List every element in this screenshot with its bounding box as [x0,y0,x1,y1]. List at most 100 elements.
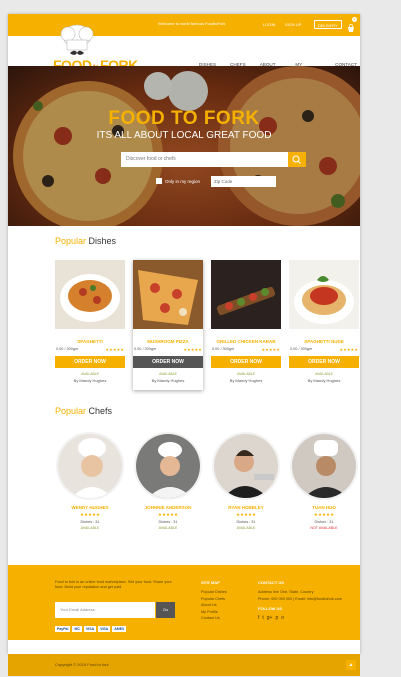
newsletter-email-input[interactable]: Your Email Address [55,602,155,618]
google-plus-icon[interactable]: g+ [267,615,273,621]
chef-photo [290,432,358,500]
popular-dishes-heading: Popular Dishes [55,236,116,246]
dish-card[interactable]: SPAGHETTI 0.00 / 300gm ★★★★★ ORDER NOW AV… [55,260,125,390]
sitemap-heading: SITE MAP [201,580,220,585]
chef-photo [134,432,202,500]
order-now-button[interactable]: ORDER NOW [211,356,281,368]
delivery-button[interactable]: DELIVERY [314,20,342,29]
contact-heading: CONTACT US [258,580,284,585]
social-links: f t g+ p o [258,615,342,621]
footer-contact: CONTACT US Address line One, State, Coun… [258,580,342,621]
rating-stars: ★★★★★ [235,512,257,517]
order-now-button[interactable]: ORDER NOW [133,356,203,368]
twitter-icon[interactable]: t [262,615,263,621]
chef-hat-logo-icon [58,22,96,60]
dish-card[interactable]: GRILLED CHICKEN KABAB 0.00 / 300gm ★★★★★ … [211,260,281,390]
rating-stars: ★★★★★ [261,348,280,352]
chef-name[interactable]: WENDY HUGHES [55,505,125,510]
cart-icon[interactable]: 0 [347,17,357,32]
region-checkbox[interactable] [156,178,162,184]
dish-card[interactable]: SPAGHETTI NUDE 0.00 / 300gm ★★★★★ ORDER N… [289,260,359,390]
dish-author[interactable]: By Mandy Hughes [289,378,359,383]
other-social-icon[interactable]: o [281,615,284,621]
dish-image [55,260,125,329]
chef-name[interactable]: RYAN HOBBLEY [211,505,281,510]
dish-price: 0.00 / 300gm [212,347,235,351]
login-link[interactable]: LOGIN [260,20,278,29]
popular-chefs-heading: Popular Chefs [55,406,112,416]
pinterest-icon[interactable]: p [275,615,278,621]
dish-name[interactable]: MUSHROOM PIZZA [133,339,203,344]
dish-price: 0.00 / 300gm [134,347,157,351]
availability-status: NOT AVAILABLE [310,526,338,530]
footer-link[interactable]: Contact Us [201,615,227,622]
chef-card[interactable]: WENDY HUGHES ★★★★★ Dishes : 31 AVAILABLE [55,432,125,530]
chef-name[interactable]: JOHNNIE ANDERSON [133,505,203,510]
newsletter-go-button[interactable]: Go [156,602,175,618]
dish-author[interactable]: By Mandy Hughes [211,378,281,383]
search-button[interactable] [288,152,306,167]
search-icon [292,155,301,164]
welcome-text: Welcome to world famous FoodtoFork [158,21,226,26]
follow-heading: FOLLOW US [258,606,282,611]
heading-highlight: Popular [55,236,87,246]
heading-rest: Dishes [86,236,117,246]
dish-card[interactable]: MUSHROOM PIZZA 0.00 / 300gm ★★★★★ ORDER N… [133,260,203,390]
rating-stars: ★★★★★ [183,348,202,352]
heading-rest: Chefs [86,406,113,416]
hero-banner: FOOD TO FORK ITS ALL ABOUT LOCAL GREAT F… [8,66,360,226]
dish-price: 0.00 / 300gm [290,347,313,351]
chef-card[interactable]: TUAN HUO ★★★★★ Dishes : 31 NOT AVAILABLE [289,432,359,530]
scroll-top-icon[interactable]: ▲ [346,660,356,670]
availability-status: AVAILABLE [80,526,100,530]
rating-stars: ★★★★★ [105,348,124,352]
chef-name[interactable]: TUAN HUO [289,505,359,510]
availability-status: AVAILABLE [315,372,333,376]
dish-image [289,260,359,329]
availability-status: AVAILABLE [81,372,99,376]
chef-card[interactable]: RYAN HOBBLEY ★★★★★ Dishes : 31 AVAILABLE [211,432,281,530]
zip-code-input[interactable]: Zip Code [211,176,276,187]
paypal-icon: PayPal [55,626,71,632]
dish-name[interactable]: SPAGHETTI [55,339,125,344]
footer-about-text: Food to fork is an online food marketpla… [55,580,172,589]
order-now-button[interactable]: ORDER NOW [289,356,359,368]
heading-highlight: Popular [55,406,87,416]
region-checkbox-label: Only in my region [165,179,201,184]
dish-image [211,260,281,329]
dish-image [133,260,203,329]
rating-stars: ★★★★★ [339,348,358,352]
dish-price: 0.00 / 300gm [56,347,79,351]
chef-card[interactable]: JOHNNIE ANDERSON ★★★★★ Dishes : 31 AVAIL… [133,432,203,530]
dish-count: Dishes : 31 [158,520,178,524]
availability-status: AVAILABLE [158,526,178,530]
payment-methods: PayPal MC VISA VISA AMEX [55,626,127,632]
hero-subtitle: ITS ALL ABOUT LOCAL GREAT FOOD [96,130,272,141]
availability-status: AVAILABLE [159,372,177,376]
chef-photo [212,432,280,500]
search-input[interactable]: Discover food or chefs [121,152,288,167]
hero-overlay [8,66,360,226]
cart-count: 0 [352,17,357,22]
dish-author[interactable]: By Mandy Hughes [133,378,203,383]
mastercard-icon: MC [72,626,82,632]
dish-name[interactable]: SPAGHETTI NUDE [289,339,359,344]
chef-photo [56,432,124,500]
footer-link[interactable]: Popular Dishes [201,589,227,596]
hero-title: FOOD TO FORK [108,108,260,129]
amex-icon: AMEX [112,626,127,632]
footer: Food to fork is an online food marketpla… [8,565,360,640]
contact-phone-email: Phone: 000 000 000 | Email: info@foodtof… [258,596,342,601]
page: Welcome to world famous FoodtoFork LOGIN… [8,14,360,654]
order-now-button[interactable]: ORDER NOW [55,356,125,368]
dish-count: Dishes : 31 [80,520,100,524]
copyright-bar: Copyright © 2015 Food to fork ▲ [8,654,360,676]
signup-link[interactable]: SIGN UP [282,20,304,29]
footer-sitemap: SITE MAP Popular Dishes Popular Chefs Ab… [201,580,227,622]
visa-icon: VISA [83,626,97,632]
visa-electron-icon: VISA [98,626,111,632]
facebook-icon[interactable]: f [258,615,259,621]
dish-author[interactable]: By Mandy Hughes [55,378,125,383]
dish-count: Dishes : 31 [314,520,334,524]
dish-name[interactable]: GRILLED CHICKEN KABAB [211,339,281,344]
